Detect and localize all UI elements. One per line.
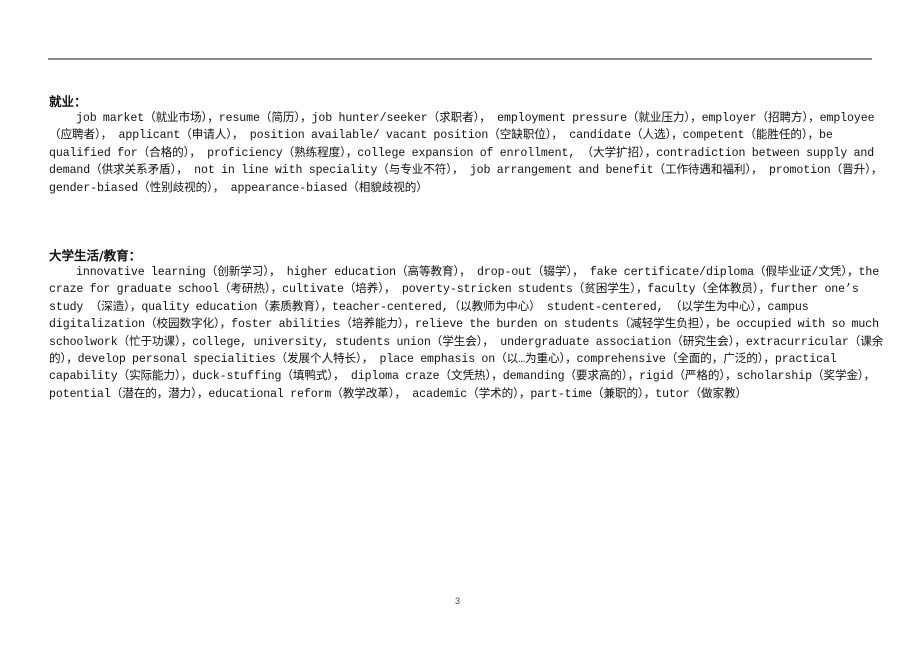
vocabulary-paragraph: innovative learning（创新学习）， higher educat… bbox=[49, 266, 884, 401]
vocabulary-paragraph: job market（就业市场），resume（简历），job hunter/s… bbox=[49, 112, 883, 195]
section-heading: 就业： bbox=[49, 94, 87, 109]
header-rule bbox=[48, 58, 872, 60]
section-college-life-education: 大学生活/教育： innovative learning（创新学习）， high… bbox=[49, 247, 897, 403]
page-number: 3 bbox=[455, 596, 461, 606]
section-employment: 就业： job market（就业市场），resume（简历），job hunt… bbox=[49, 93, 897, 197]
section-heading: 大学生活/教育： bbox=[49, 248, 142, 263]
